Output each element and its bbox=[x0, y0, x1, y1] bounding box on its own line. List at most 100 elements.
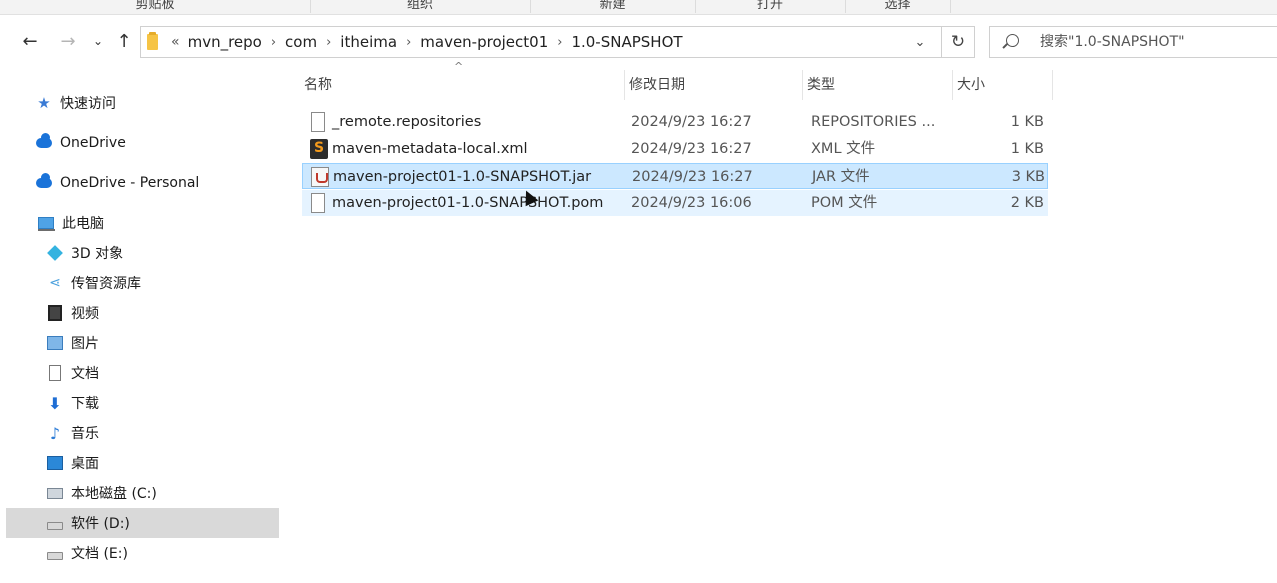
navigation-bar: ← → ⌄ ↑ « mvn_repo › com › itheima › mav… bbox=[0, 14, 1277, 70]
share-icon: ⋖ bbox=[49, 275, 61, 291]
forward-button[interactable]: → bbox=[56, 28, 80, 54]
sidebar-item-label: 此电脑 bbox=[62, 216, 104, 232]
folder-icon bbox=[147, 32, 158, 50]
drive-icon bbox=[47, 545, 63, 561]
file-size: 1 KB bbox=[1010, 114, 1044, 130]
address-dropdown-button[interactable]: ⌄ bbox=[909, 31, 931, 53]
blank-file-icon bbox=[311, 112, 325, 132]
breadcrumb-item[interactable]: com bbox=[285, 33, 317, 51]
file-date: 2024/9/23 16:27 bbox=[631, 114, 752, 130]
file-type: REPOSITORIES ... bbox=[811, 114, 936, 130]
search-icon bbox=[1006, 34, 1019, 47]
sidebar-item-label: 软件 (D:) bbox=[71, 516, 130, 532]
sidebar-item-music[interactable]: ♪ 音乐 bbox=[47, 418, 279, 448]
sidebar-item-label: 文档 bbox=[71, 366, 99, 382]
ribbon-group-select: 选择 bbox=[845, 0, 951, 13]
chevron-right-icon[interactable]: › bbox=[271, 35, 276, 50]
breadcrumb-overflow[interactable]: « bbox=[171, 34, 180, 50]
chevron-right-icon[interactable]: › bbox=[557, 35, 562, 50]
drive-icon bbox=[47, 485, 63, 501]
breadcrumb-item[interactable]: 1.0-SNAPSHOT bbox=[571, 33, 682, 51]
breadcrumb-item[interactable]: itheima bbox=[340, 33, 397, 51]
file-size: 1 KB bbox=[1010, 141, 1044, 157]
ribbon-group-clipboard: 剪贴板 bbox=[0, 0, 311, 13]
cloud-icon bbox=[36, 133, 52, 151]
address-bar[interactable]: « mvn_repo › com › itheima › maven-proje… bbox=[140, 26, 942, 58]
sidebar-item-drive-d[interactable]: 软件 (D:) bbox=[6, 508, 279, 538]
sidebar-item-label: 视频 bbox=[71, 306, 99, 322]
sidebar-item-onedrive[interactable]: OneDrive bbox=[36, 128, 279, 158]
navigation-pane: ★ 快速访问 OneDrive OneDrive - Personal 此电脑 … bbox=[0, 70, 290, 583]
sidebar-item-label: 文档 (E:) bbox=[71, 546, 128, 562]
sidebar-item-downloads[interactable]: ⬇ 下载 bbox=[47, 388, 279, 418]
sidebar-item-label: 快速访问 bbox=[60, 96, 116, 112]
video-icon bbox=[47, 305, 63, 321]
sidebar-item-onedrive-personal[interactable]: OneDrive - Personal bbox=[36, 168, 279, 198]
file-name: maven-metadata-local.xml bbox=[332, 141, 528, 157]
chevron-right-icon[interactable]: › bbox=[406, 35, 411, 50]
sidebar-item-quick-access[interactable]: ★ 快速访问 bbox=[36, 88, 279, 118]
column-header-type[interactable]: 类型 bbox=[803, 70, 953, 100]
column-header-size[interactable]: 大小 bbox=[953, 70, 1053, 100]
file-name: maven-project01-1.0-SNAPSHOT.jar bbox=[333, 169, 592, 185]
sidebar-item-label: 本地磁盘 (C:) bbox=[71, 486, 157, 502]
sidebar-item-label: OneDrive bbox=[60, 135, 126, 151]
sidebar-item-label: 音乐 bbox=[71, 426, 99, 442]
desktop-icon bbox=[47, 455, 63, 471]
file-list-header: ^ 名称 修改日期 类型 大小 bbox=[300, 60, 1060, 100]
sidebar-item-label: 3D 对象 bbox=[71, 246, 124, 262]
table-row-hover[interactable]: maven-project01-1.0-SNAPSHOT.pom 2024/9/… bbox=[302, 190, 1048, 216]
sidebar-item-resource-library[interactable]: ⋖ 传智资源库 bbox=[47, 268, 279, 298]
drive-icon bbox=[47, 515, 63, 531]
computer-icon bbox=[38, 215, 55, 231]
table-row-selected[interactable]: maven-project01-1.0-SNAPSHOT.jar 2024/9/… bbox=[302, 163, 1048, 189]
file-name: maven-project01-1.0-SNAPSHOT.pom bbox=[332, 195, 604, 211]
table-row[interactable]: maven-metadata-local.xml 2024/9/23 16:27… bbox=[302, 136, 1048, 162]
search-placeholder: 搜索"1.0-SNAPSHOT" bbox=[1040, 34, 1185, 50]
chevron-down-icon: ⌄ bbox=[92, 34, 104, 48]
column-header-name[interactable]: 名称 bbox=[300, 70, 625, 100]
breadcrumb-item[interactable]: mvn_repo bbox=[188, 33, 262, 51]
sidebar-item-documents[interactable]: 文档 bbox=[47, 358, 279, 388]
sidebar-item-label: 传智资源库 bbox=[71, 276, 141, 292]
file-name: _remote.repositories bbox=[332, 114, 482, 130]
ribbon-group-organize: 组织 bbox=[310, 0, 531, 13]
search-input[interactable]: 搜索"1.0-SNAPSHOT" bbox=[989, 26, 1277, 58]
sublime-file-icon bbox=[310, 139, 328, 159]
up-button[interactable]: ↑ bbox=[112, 28, 136, 54]
sidebar-item-3d-objects[interactable]: 3D 对象 bbox=[47, 238, 279, 268]
blank-file-icon bbox=[311, 193, 325, 213]
sidebar-item-pictures[interactable]: 图片 bbox=[47, 328, 279, 358]
cloud-icon bbox=[36, 173, 52, 191]
arrow-left-icon: ← bbox=[22, 30, 38, 52]
sidebar-item-drive-e[interactable]: 文档 (E:) bbox=[47, 538, 279, 568]
sidebar-item-this-pc[interactable]: 此电脑 bbox=[38, 208, 279, 238]
file-type: JAR 文件 bbox=[812, 169, 870, 185]
file-size: 3 KB bbox=[1011, 169, 1045, 185]
sidebar-item-label: 下载 bbox=[71, 396, 99, 412]
refresh-button[interactable]: ↻ bbox=[942, 26, 975, 58]
ribbon-strip: 剪贴板 组织 新建 打开 选择 bbox=[0, 0, 1277, 15]
document-icon bbox=[47, 365, 63, 381]
arrow-right-icon: → bbox=[60, 30, 76, 52]
arrow-up-icon: ↑ bbox=[116, 30, 132, 52]
column-header-date[interactable]: 修改日期 bbox=[625, 70, 803, 100]
sidebar-item-label: 图片 bbox=[71, 336, 99, 352]
sidebar-item-desktop[interactable]: 桌面 bbox=[47, 448, 279, 478]
sidebar-item-drive-c[interactable]: 本地磁盘 (C:) bbox=[47, 478, 279, 508]
chevron-right-icon[interactable]: › bbox=[326, 35, 331, 50]
file-type: POM 文件 bbox=[811, 195, 878, 211]
ribbon-group-open: 打开 bbox=[695, 0, 846, 13]
file-type: XML 文件 bbox=[811, 141, 876, 157]
refresh-icon: ↻ bbox=[950, 32, 966, 52]
file-date: 2024/9/23 16:27 bbox=[631, 141, 752, 157]
ribbon-group-new: 新建 bbox=[530, 0, 696, 13]
recent-locations-button[interactable]: ⌄ bbox=[86, 28, 110, 54]
back-button[interactable]: ← bbox=[18, 28, 42, 54]
breadcrumb: « mvn_repo › com › itheima › maven-proje… bbox=[171, 27, 683, 57]
table-row[interactable]: _remote.repositories 2024/9/23 16:27 REP… bbox=[302, 109, 1048, 135]
sidebar-item-videos[interactable]: 视频 bbox=[47, 298, 279, 328]
file-date: 2024/9/23 16:27 bbox=[632, 169, 753, 185]
breadcrumb-item[interactable]: maven-project01 bbox=[420, 33, 548, 51]
sidebar-item-label: 桌面 bbox=[71, 456, 99, 472]
